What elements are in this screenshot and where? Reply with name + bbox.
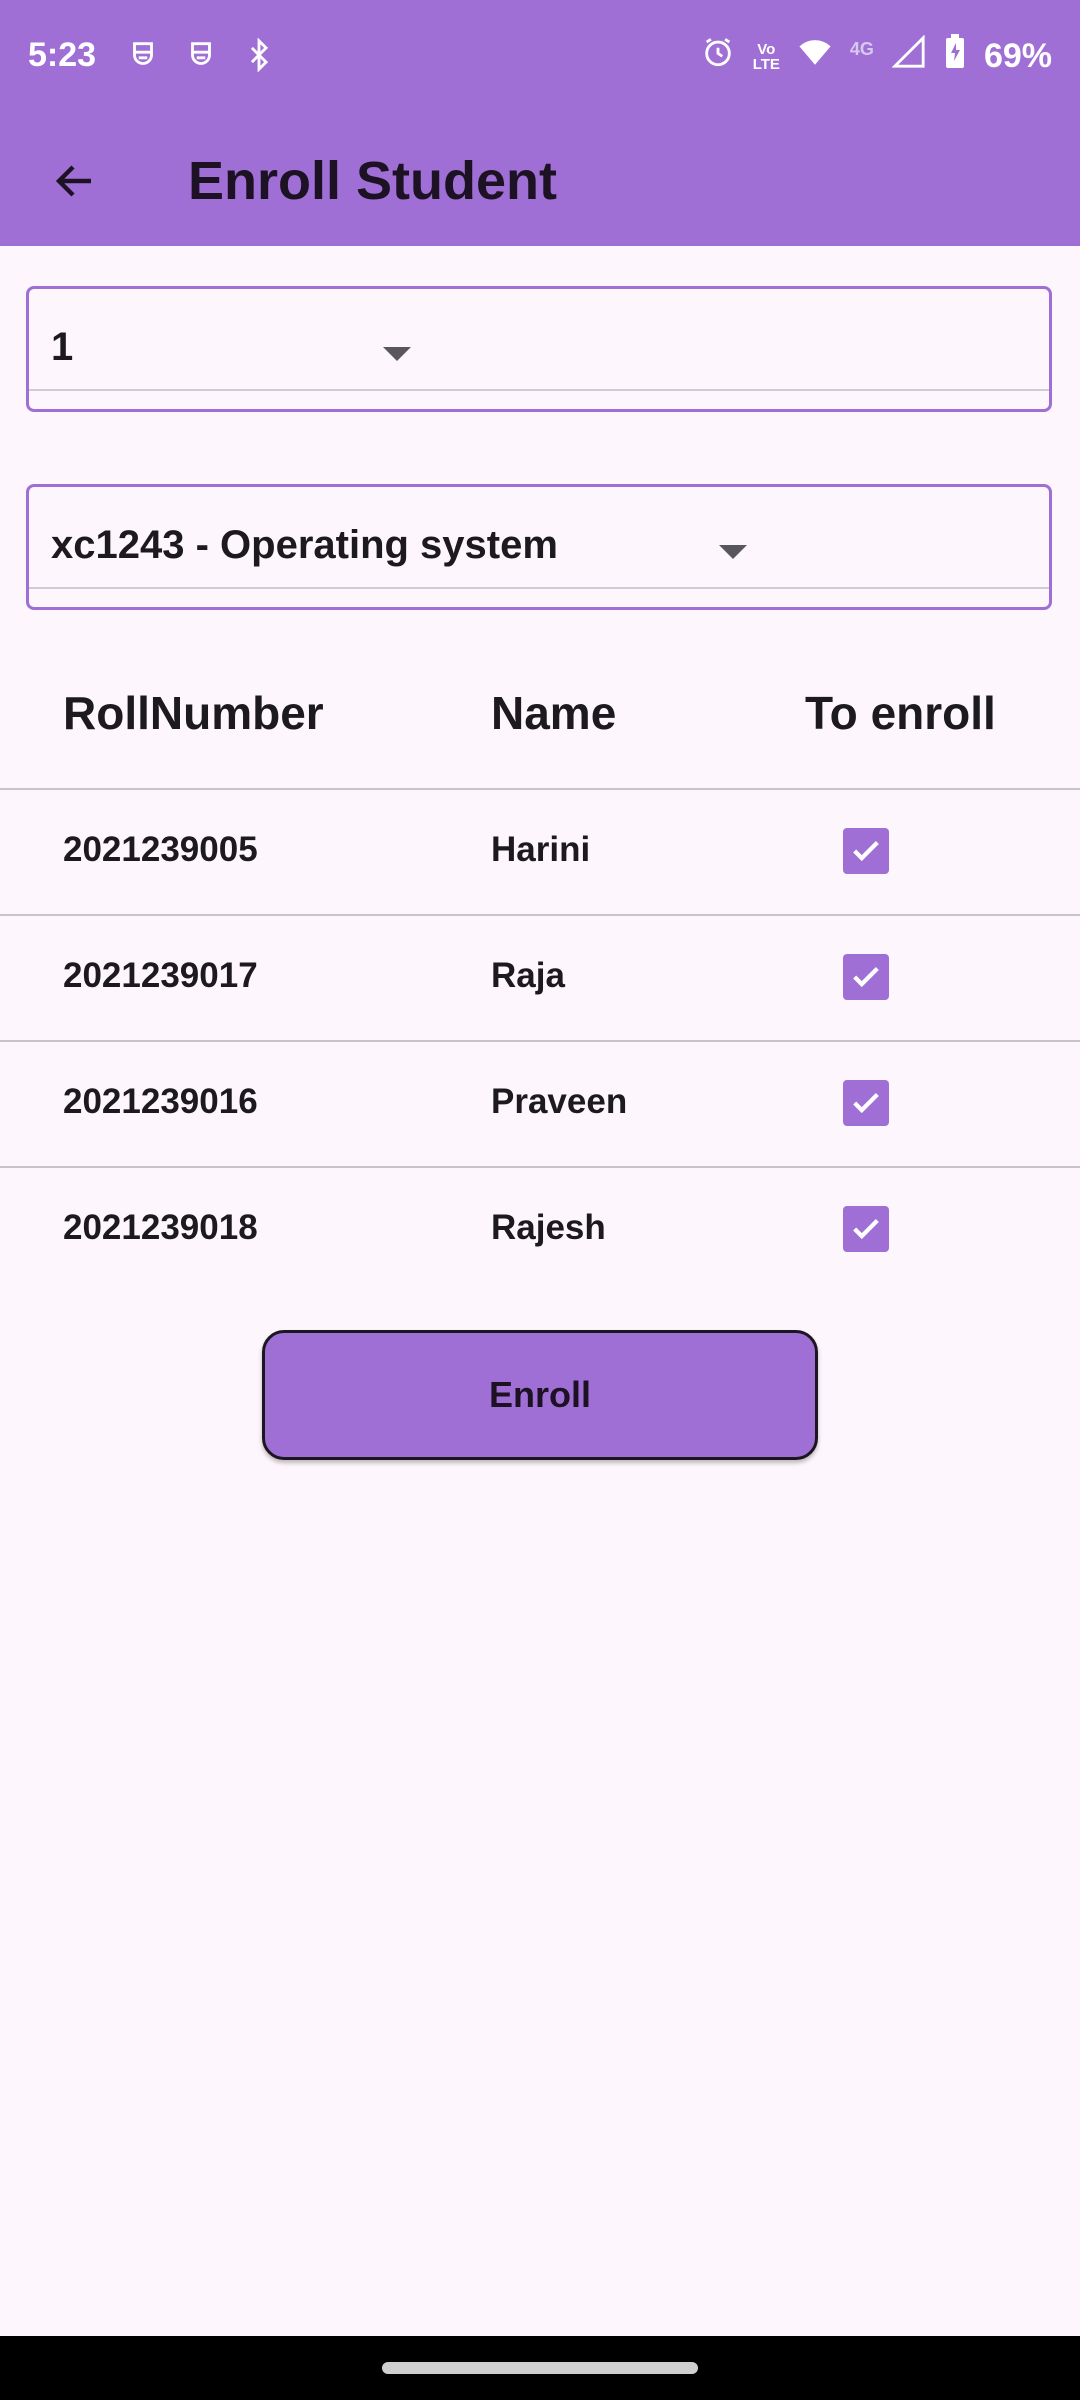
enroll-checkbox[interactable] (843, 954, 889, 1000)
enroll-checkbox[interactable] (843, 1206, 889, 1252)
enroll-checkbox[interactable] (843, 828, 889, 874)
battery-percentage: 69% (983, 37, 1052, 75)
enroll-checkbox[interactable] (843, 1080, 889, 1126)
battery-charging-icon (944, 34, 966, 79)
alarm-icon (701, 35, 735, 78)
semester-dropdown-value: 1 (51, 325, 74, 369)
table-row: 2021239005 Harini (0, 790, 1080, 914)
dropdown-caret-icon (719, 545, 747, 559)
notification-app-icon (184, 38, 218, 77)
signal-icon (891, 35, 926, 78)
header-name: Name (491, 687, 617, 739)
bluetooth-icon (242, 38, 276, 77)
dropdown-underline (29, 587, 1049, 589)
table-row: 2021239017 Raja (0, 916, 1080, 1040)
header-rollnumber: RollNumber (63, 687, 324, 739)
semester-dropdown[interactable]: 1 (26, 286, 1052, 412)
course-dropdown-value: xc1243 - Operating system (51, 523, 558, 567)
student-name: Harini (491, 830, 591, 869)
course-dropdown[interactable]: xc1243 - Operating system (26, 484, 1052, 610)
volte-icon: Vo LTE (753, 42, 780, 72)
student-name: Rajesh (491, 1208, 606, 1247)
home-gesture-handle[interactable] (382, 2362, 698, 2374)
roll-number: 2021239005 (63, 830, 258, 869)
4g-icon: 4G (849, 39, 874, 59)
volte-label-bottom: LTE (752, 55, 780, 73)
dropdown-caret-icon (383, 347, 411, 361)
student-name: Raja (491, 956, 565, 995)
dropdown-underline (29, 389, 1049, 391)
check-icon (853, 840, 879, 862)
table-row: 2021239018 Rajesh (0, 1168, 1080, 1292)
table-header: RollNumber Name To enroll (0, 660, 1080, 788)
header-to-enroll: To enroll (805, 687, 996, 739)
status-bar: 5:23 Vo LTE 4G 69% (0, 0, 1080, 116)
student-name: Praveen (491, 1082, 628, 1121)
navigation-bar (0, 2336, 1080, 2400)
roll-number: 2021239016 (63, 1082, 258, 1121)
volte-label-top: Vo (757, 40, 776, 58)
app-bar: Enroll Student (0, 116, 1080, 246)
roll-number: 2021239017 (63, 956, 258, 995)
table-row: 2021239016 Praveen (0, 1042, 1080, 1166)
notification-app-icon (126, 38, 160, 77)
page-title: Enroll Student (188, 151, 557, 211)
arrow-back-icon (55, 165, 91, 197)
back-button[interactable] (40, 146, 110, 216)
check-icon (853, 1092, 879, 1114)
check-icon (853, 1218, 879, 1240)
status-time: 5:23 (28, 36, 97, 74)
wifi-icon (798, 35, 832, 78)
roll-number: 2021239018 (63, 1208, 258, 1247)
enroll-button[interactable]: Enroll (262, 1330, 818, 1460)
check-icon (853, 966, 879, 988)
